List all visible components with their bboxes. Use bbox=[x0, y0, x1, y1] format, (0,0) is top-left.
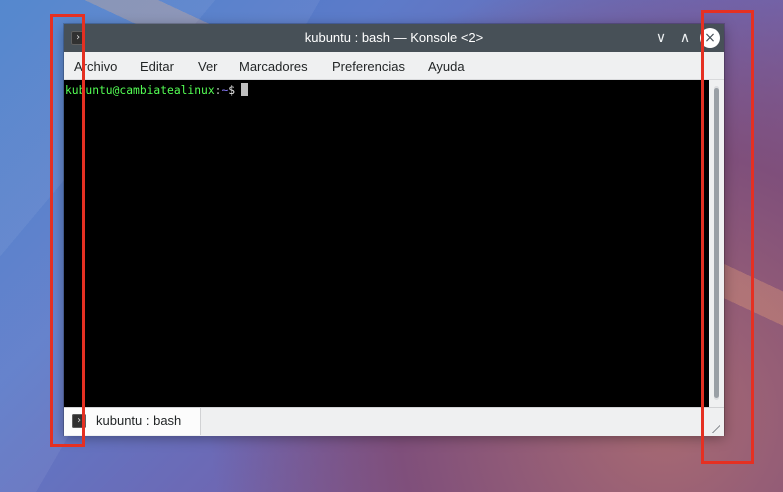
tab-kubuntu-bash[interactable]: › kubuntu : bash bbox=[64, 408, 201, 435]
maximize-button[interactable]: ∧ bbox=[675, 28, 695, 48]
menu-preferencias[interactable]: Preferencias bbox=[332, 59, 405, 75]
tab-label: kubuntu : bash bbox=[96, 413, 182, 428]
terminal-area[interactable]: kubuntu@cambiatealinux:~$ bbox=[64, 80, 709, 407]
menu-ver[interactable]: Ver bbox=[198, 59, 218, 75]
tab-bar: › kubuntu : bash bbox=[64, 407, 724, 436]
resize-grip-icon[interactable] bbox=[711, 424, 720, 433]
window-title: kubuntu : bash — Konsole <2> bbox=[304, 30, 484, 45]
menu-editar[interactable]: Editar bbox=[140, 59, 174, 75]
menu-ayuda[interactable]: Ayuda bbox=[428, 59, 465, 75]
text-cursor bbox=[241, 83, 249, 96]
prompt-user-host: kubuntu@cambiatealinux bbox=[65, 84, 215, 97]
menu-archivo[interactable]: Archivo bbox=[74, 59, 117, 75]
terminal-prompt-line: kubuntu@cambiatealinux:~$ bbox=[65, 83, 249, 97]
konsole-window: › kubuntu : bash — Konsole <2> ∨ ∧ × Arc… bbox=[64, 24, 724, 436]
minimize-button[interactable]: ∨ bbox=[651, 28, 671, 48]
terminal-icon: › bbox=[72, 414, 86, 428]
vertical-scrollbar[interactable] bbox=[709, 80, 724, 407]
menu-bar: Archivo Editar Ver Marcadores Preferenci… bbox=[64, 52, 724, 80]
menu-marcadores[interactable]: Marcadores bbox=[239, 59, 308, 75]
prompt-symbol: $ bbox=[228, 84, 236, 97]
close-button[interactable]: × bbox=[700, 28, 720, 48]
window-titlebar[interactable]: › kubuntu : bash — Konsole <2> ∨ ∧ × bbox=[64, 24, 724, 52]
scrollbar-thumb[interactable] bbox=[714, 88, 719, 398]
